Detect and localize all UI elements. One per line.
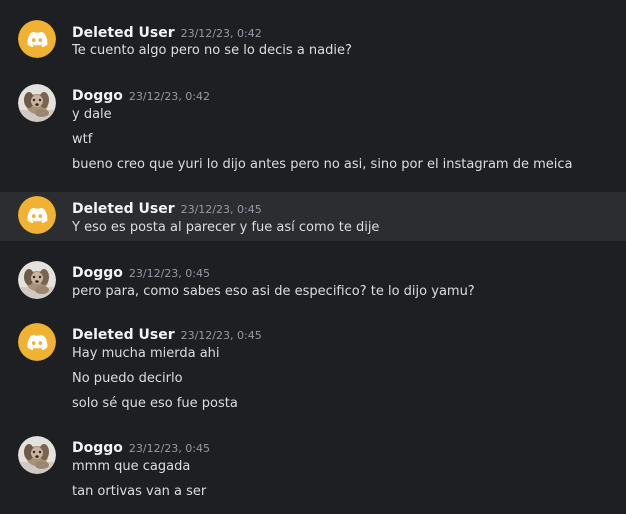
- message-header: Deleted User 23/12/23, 0:45: [72, 198, 262, 217]
- message-timestamp[interactable]: 23/12/23, 0:45: [129, 442, 210, 455]
- message-timestamp[interactable]: 23/12/23, 0:42: [129, 90, 210, 103]
- message-timestamp[interactable]: 23/12/23, 0:45: [181, 329, 262, 342]
- username[interactable]: Deleted User: [72, 201, 175, 217]
- message-text: Y eso es posta al parecer y fue así como…: [72, 220, 380, 235]
- message-text: wtf: [72, 132, 93, 147]
- message-text: solo sé que eso fue posta: [72, 396, 238, 411]
- message-header: Deleted User 23/12/23, 0:42: [72, 22, 262, 41]
- message-header: Doggo 23/12/23, 0:42: [72, 85, 210, 104]
- message-header: Doggo 23/12/23, 0:45: [72, 262, 210, 281]
- message-header: Doggo 23/12/23, 0:45: [72, 437, 210, 456]
- avatar-dog-photo[interactable]: [18, 84, 56, 122]
- username[interactable]: Deleted User: [72, 327, 175, 343]
- chat-message-list: Deleted User 23/12/23, 0:42 Te cuento algo…: [0, 0, 626, 514]
- avatar-discord-logo-icon[interactable]: [18, 20, 56, 58]
- message-text: y dale: [72, 107, 112, 122]
- message-timestamp[interactable]: 23/12/23, 0:42: [181, 27, 262, 40]
- username[interactable]: Deleted User: [72, 25, 175, 41]
- message-timestamp[interactable]: 23/12/23, 0:45: [181, 203, 262, 216]
- username[interactable]: Doggo: [72, 440, 123, 456]
- message-text: Hay mucha mierda ahi: [72, 346, 220, 361]
- message-text: bueno creo que yuri lo dijo antes pero n…: [72, 157, 573, 172]
- message-header: Deleted User 23/12/23, 0:45: [72, 324, 262, 343]
- username[interactable]: Doggo: [72, 88, 123, 104]
- message-text: pero para, como sabes eso asi de especif…: [72, 284, 475, 299]
- message-text: tan ortivas van a ser: [72, 484, 207, 499]
- message-text: Te cuento algo pero no se lo decis a nad…: [72, 43, 352, 58]
- avatar-dog-photo[interactable]: [18, 261, 56, 299]
- avatar-discord-logo-icon[interactable]: [18, 323, 56, 361]
- message-text: No puedo decirlo: [72, 371, 183, 386]
- username[interactable]: Doggo: [72, 265, 123, 281]
- message-timestamp[interactable]: 23/12/23, 0:45: [129, 267, 210, 280]
- avatar-dog-photo[interactable]: [18, 436, 56, 474]
- avatar-discord-logo-icon[interactable]: [18, 196, 56, 234]
- message-text: mmm que cagada: [72, 459, 191, 474]
